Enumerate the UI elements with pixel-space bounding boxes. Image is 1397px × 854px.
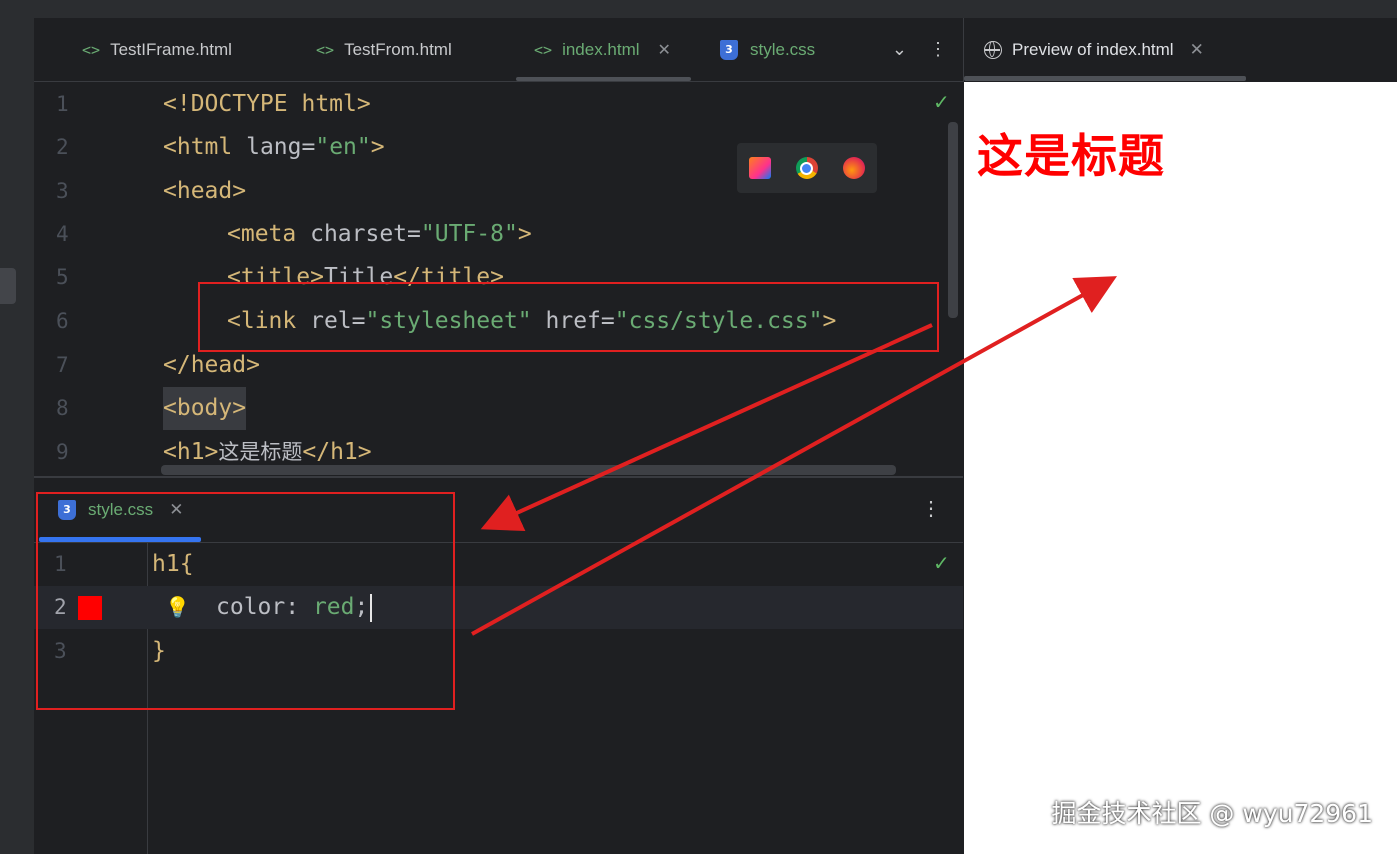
intellij-icon[interactable] — [749, 157, 772, 179]
code-editor[interactable]: 1 <!DOCTYPE html> 2 <html lang="en"> 3 <… — [34, 82, 963, 476]
code-text: <body> — [163, 387, 247, 430]
globe-icon — [984, 41, 1002, 59]
line-number: 7 — [56, 353, 69, 377]
tab-tools: ⌄ ⋮ — [892, 18, 947, 81]
html-icon: <> — [534, 40, 553, 59]
text-token: 这是标题 — [218, 440, 303, 464]
tab-label: index.html — [562, 39, 640, 59]
html-icon: <> — [316, 40, 335, 59]
code-line: 1 <!DOCTYPE html> — [34, 83, 963, 126]
string-token: "UTF-8" — [420, 221, 518, 247]
tab-style-css[interactable]: 3 style.css — [720, 18, 815, 81]
tag-token: </h1> — [302, 439, 372, 465]
code-text: <html lang="en"> — [163, 126, 385, 169]
html-icon: <> — [82, 40, 101, 59]
tab-preview[interactable]: Preview of index.html ✕ — [984, 18, 1204, 82]
close-icon[interactable]: ✕ — [658, 40, 671, 60]
line-number: 1 — [56, 92, 69, 116]
tab-label: TestIFrame.html — [110, 39, 232, 59]
tag-token: > — [517, 221, 532, 247]
editor-tab-bar: <> TestIFrame.html <> TestFrom.html <> i… — [34, 18, 963, 82]
close-icon[interactable]: ✕ — [1190, 40, 1204, 60]
code-line: 8 <body> — [34, 387, 963, 430]
preview-tab-bar: Preview of index.html ✕ — [963, 18, 1397, 82]
check-icon[interactable]: ✓ — [933, 551, 950, 576]
top-strip — [0, 0, 1397, 18]
tag-token: <meta — [227, 221, 311, 247]
line-number: 2 — [56, 135, 69, 159]
line-number: 5 — [56, 265, 69, 289]
code-line: 4 <meta charset="UTF-8"> — [34, 213, 963, 256]
annotation-box-css — [36, 492, 455, 710]
tab-label: style.css — [750, 39, 816, 59]
check-icon[interactable]: ✓ — [933, 90, 950, 115]
tag-token: > — [370, 134, 385, 160]
line-number: 9 — [56, 440, 69, 464]
watermark: 掘金技术社区 @ wyu72961 — [1051, 799, 1373, 828]
code-text: <meta charset="UTF-8"> — [227, 213, 532, 256]
active-tab-indicator — [964, 76, 1246, 81]
more-options-icon[interactable]: ⋮ — [929, 39, 947, 60]
tab-label: TestFrom.html — [344, 39, 452, 59]
code-text: <!DOCTYPE html> — [163, 91, 371, 117]
line-number: 6 — [56, 309, 69, 333]
tag-token: <html — [163, 134, 247, 160]
string-token: "en" — [315, 134, 371, 160]
tool-window-strip — [0, 18, 34, 854]
css-icon: 3 — [720, 39, 738, 60]
preview-heading: 这是标题 — [977, 129, 1165, 183]
line-number: 8 — [56, 396, 69, 420]
more-options-icon[interactable]: ⋮ — [921, 496, 941, 521]
vertical-scrollbar[interactable] — [948, 122, 958, 318]
code-text: <head> — [163, 178, 247, 204]
tab-testiframe[interactable]: <> TestIFrame.html — [82, 18, 232, 81]
tab-testfrom[interactable]: <> TestFrom.html — [316, 18, 452, 81]
attr-token: lang= — [246, 134, 316, 160]
chrome-icon[interactable] — [795, 157, 818, 179]
preview-pane[interactable]: 这是标题 掘金技术社区 @ wyu72961 — [964, 82, 1397, 854]
annotation-box-link — [198, 282, 939, 352]
attr-token: charset= — [310, 221, 421, 247]
browser-popup — [737, 143, 877, 193]
firefox-icon[interactable] — [842, 157, 865, 179]
tool-window-handle[interactable] — [0, 268, 16, 304]
tab-index-html[interactable]: <> index.html ✕ — [516, 18, 691, 81]
chevron-down-icon[interactable]: ⌄ — [892, 39, 907, 60]
horizontal-scrollbar[interactable] — [161, 465, 896, 475]
line-number: 4 — [56, 222, 69, 246]
tag-token: <h1> — [163, 439, 219, 465]
line-number: 3 — [56, 179, 69, 203]
tab-label: Preview of index.html — [1012, 40, 1174, 59]
